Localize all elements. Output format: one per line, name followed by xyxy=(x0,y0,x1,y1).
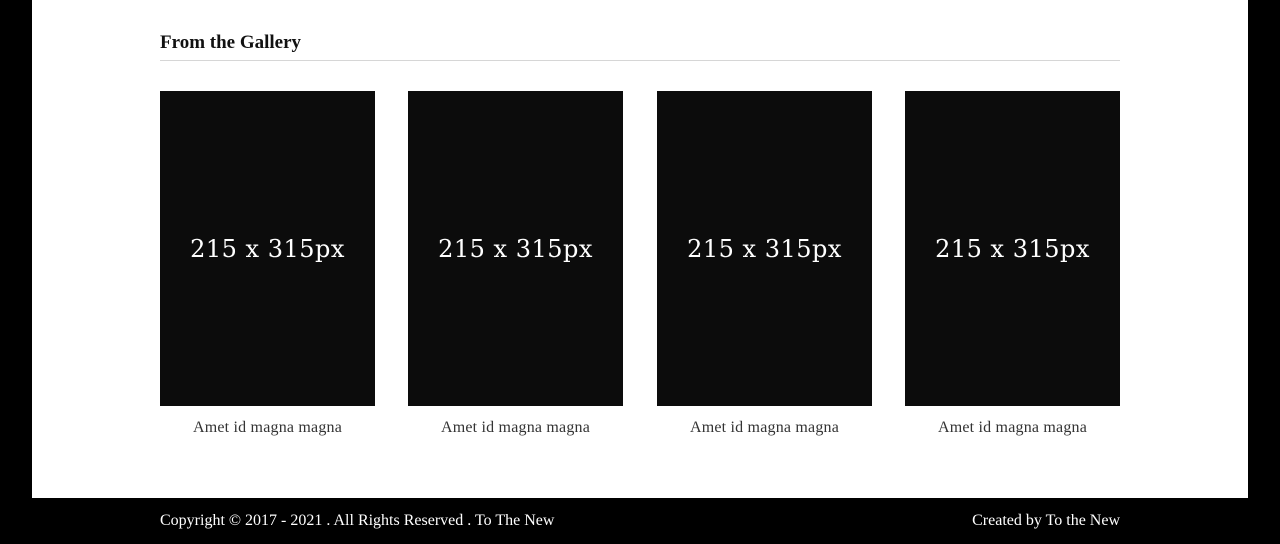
gallery-image[interactable]: 215 x 315px xyxy=(160,91,375,406)
gallery-caption[interactable]: Amet id magna magna xyxy=(160,419,375,437)
gallery-image[interactable]: 215 x 315px xyxy=(408,91,623,406)
gallery-title: From the Gallery xyxy=(160,32,302,53)
image-placeholder-label: 215 x 315px xyxy=(438,234,593,263)
page: From the Gallery 215 x 315px Amet id mag… xyxy=(0,0,1280,544)
gallery-item: 215 x 315px Amet id magna magna xyxy=(160,91,375,437)
gallery-item: 215 x 315px Amet id magna magna xyxy=(408,91,623,437)
divider xyxy=(160,60,1120,61)
content-area: From the Gallery 215 x 315px Amet id mag… xyxy=(32,0,1248,498)
gallery-caption[interactable]: Amet id magna magna xyxy=(408,419,623,437)
gallery-caption[interactable]: Amet id magna magna xyxy=(657,419,872,437)
image-placeholder-label: 215 x 315px xyxy=(190,234,345,263)
gallery-image[interactable]: 215 x 315px xyxy=(905,91,1120,406)
footer-copyright: Copyright © 2017 - 2021 . All Rights Res… xyxy=(160,512,555,529)
gallery-image[interactable]: 215 x 315px xyxy=(657,91,872,406)
gallery-item: 215 x 315px Amet id magna magna xyxy=(657,91,872,437)
gallery-grid: 215 x 315px Amet id magna magna 215 x 31… xyxy=(160,91,1120,451)
image-placeholder-label: 215 x 315px xyxy=(935,234,1090,263)
gallery-caption[interactable]: Amet id magna magna xyxy=(905,419,1120,437)
image-placeholder-label: 215 x 315px xyxy=(687,234,842,263)
footer-credit: Created by To the New xyxy=(972,512,1120,529)
footer: Copyright © 2017 - 2021 . All Rights Res… xyxy=(0,498,1280,544)
gallery-item: 215 x 315px Amet id magna magna xyxy=(905,91,1120,437)
